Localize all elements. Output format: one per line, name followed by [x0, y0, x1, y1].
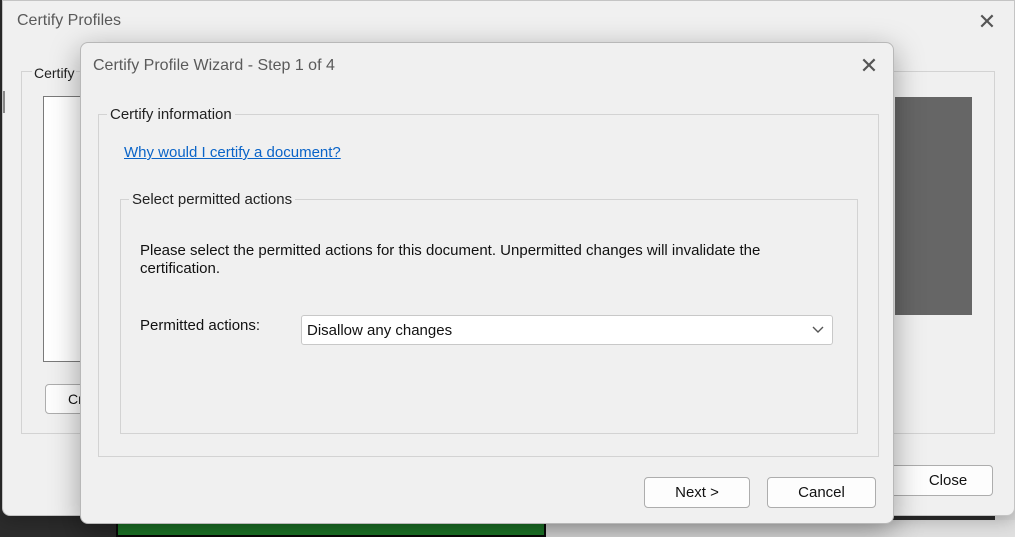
permitted-actions-description: Please select the permitted actions for …: [140, 242, 761, 277]
certify-profile-wizard-dialog: Certify Profile Wizard - Step 1 of 4 ✕ C…: [80, 42, 894, 524]
wizard-title: Certify Profile Wizard - Step 1 of 4: [93, 57, 335, 74]
permitted-actions-select[interactable]: Disallow any changes: [301, 315, 833, 345]
why-certify-link[interactable]: Why would I certify a document?: [124, 144, 341, 161]
profile-preview-area: [895, 97, 972, 315]
next-button[interactable]: Next >: [644, 477, 750, 508]
close-button[interactable]: Close: [883, 465, 993, 496]
back-dialog-title: Certify Profiles: [17, 12, 122, 29]
permitted-actions-value: Disallow any changes: [307, 322, 453, 339]
back-close-icon[interactable]: ✕: [973, 10, 1001, 34]
cancel-button[interactable]: Cancel: [767, 477, 876, 508]
permitted-actions-label: Permitted actions:: [140, 317, 261, 334]
permitted-actions-group-label: Select permitted actions: [129, 191, 296, 208]
certify-information-label: Certify information: [107, 106, 235, 123]
window-edge-marker: [3, 91, 5, 113]
certify-group-label: Certify: [32, 65, 77, 81]
chevron-down-icon: [812, 326, 824, 333]
wizard-close-icon[interactable]: ✕: [856, 53, 882, 79]
